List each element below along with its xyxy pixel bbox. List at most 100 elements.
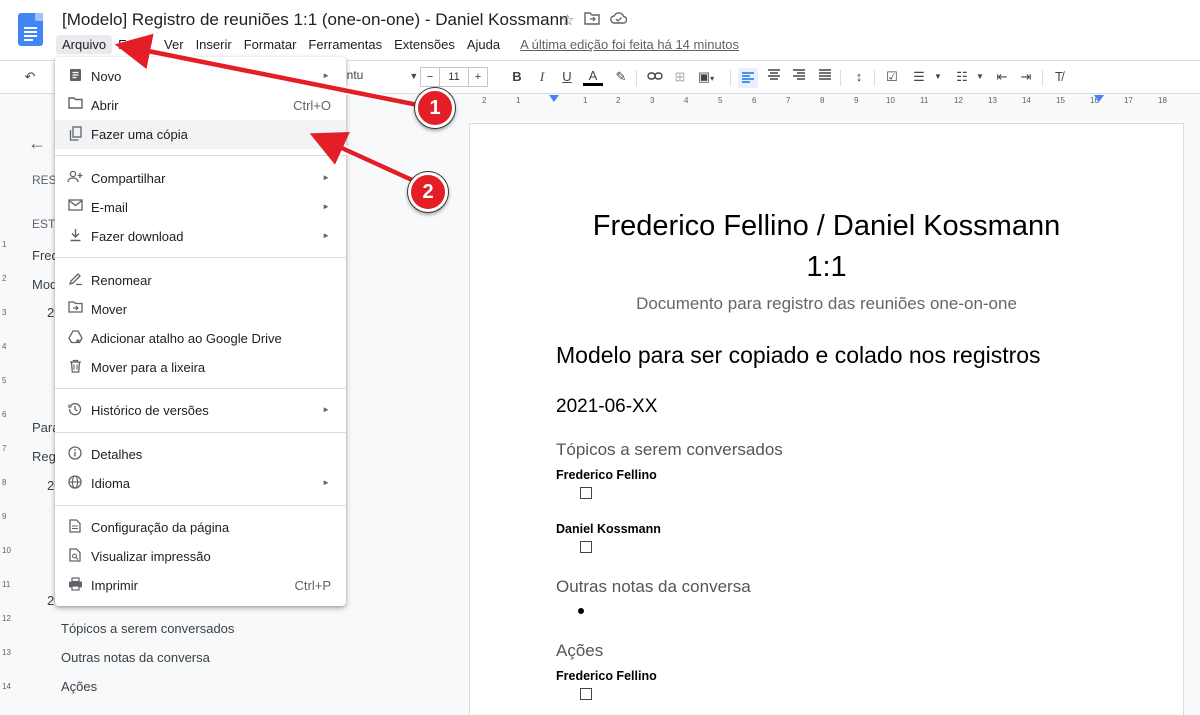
image-icon[interactable]: ▣▾ <box>696 69 716 85</box>
move-folder-icon <box>67 301 83 317</box>
cloud-saved-icon[interactable] <box>610 11 628 29</box>
menu-item-fazer-copia[interactable]: Fazer uma cópia <box>55 120 346 149</box>
align-right-icon[interactable] <box>789 69 809 84</box>
text-color-icon[interactable]: A <box>583 69 603 86</box>
menu-item-abrir[interactable]: Abrir Ctrl+O <box>55 91 346 120</box>
bold-icon[interactable]: B <box>507 69 527 84</box>
comment-icon[interactable]: ⊞ <box>670 69 690 85</box>
vertical-ruler: 1 2 3 4 5 6 7 8 9 10 11 12 13 14 <box>2 240 11 691</box>
menu-ferramentas[interactable]: Ferramentas <box>302 35 388 54</box>
menu-formatar[interactable]: Formatar <box>238 35 303 54</box>
star-icon[interactable]: ☆ <box>561 11 574 29</box>
menu-item-fazer-download[interactable]: Fazer download ► <box>55 222 346 251</box>
right-indent-marker[interactable] <box>1094 95 1104 102</box>
outline-sub-item[interactable]: Ações <box>61 679 97 694</box>
menu-item-novo[interactable]: Novo ► <box>55 62 346 91</box>
file-menu-dropdown: Novo ► Abrir Ctrl+O Fazer uma cópia Comp… <box>55 57 346 606</box>
menu-item-email[interactable]: E-mail ► <box>55 193 346 222</box>
drive-shortcut-icon <box>67 330 83 346</box>
last-edit-link[interactable]: A última edição foi feita há 14 minutos <box>516 35 743 54</box>
underline-icon[interactable]: U <box>557 69 577 84</box>
align-center-icon[interactable] <box>764 69 784 84</box>
menu-item-renomear[interactable]: Renomear <box>55 266 346 295</box>
numbered-list-icon[interactable]: ☷ <box>952 69 972 85</box>
font-size-input[interactable]: 11 <box>440 67 468 87</box>
menu-item-visualizar-impressao[interactable]: Visualizar impressão <box>55 542 346 571</box>
increase-indent-icon[interactable]: ⇥ <box>1016 69 1036 85</box>
checklist-icon[interactable]: ☑ <box>882 69 902 85</box>
heading-topics: Tópicos a serem conversados <box>556 440 783 459</box>
menu-extensoes[interactable]: Extensões <box>388 35 461 54</box>
document-heading-title: Frederico Fellino / Daniel Kossmann <box>592 210 1061 242</box>
left-indent-marker[interactable] <box>549 95 559 102</box>
outline-sub-item[interactable]: Tópicos a serem conversados <box>61 621 234 636</box>
menu-item-detalhes[interactable]: Detalhes <box>55 440 346 469</box>
line-spacing-icon[interactable]: ↕ <box>849 69 869 84</box>
menu-editar[interactable]: Editar <box>112 35 158 54</box>
menu-bar: Arquivo Editar Ver Inserir Formatar Ferr… <box>56 35 743 54</box>
chevron-down-icon[interactable]: ▼ <box>934 72 942 81</box>
annotation-badge-2: 2 <box>408 172 448 212</box>
info-icon <box>67 446 83 462</box>
undo-icon[interactable]: ↶ <box>20 69 40 85</box>
document-title[interactable]: [Modelo] Registro de reuniões 1:1 (one-o… <box>62 10 569 30</box>
bullet-point <box>578 608 584 614</box>
print-icon <box>67 577 83 593</box>
bulleted-list-icon[interactable]: ☰ <box>909 69 929 85</box>
page-setup-icon <box>67 519 83 535</box>
decrease-indent-icon[interactable]: ⇤ <box>992 69 1012 85</box>
person-name: Daniel Kossmann <box>556 522 661 536</box>
font-select[interactable]: untu ▼ <box>340 68 418 82</box>
menu-item-compartilhar[interactable]: Compartilhar ► <box>55 164 346 193</box>
title-icons: ☆ <box>561 11 628 29</box>
font-size-decrease-button[interactable]: − <box>420 67 440 87</box>
submenu-arrow-icon: ► <box>322 478 330 487</box>
chevron-down-icon[interactable]: ▼ <box>976 72 984 81</box>
menu-arquivo[interactable]: Arquivo <box>56 35 113 54</box>
link-icon[interactable] <box>645 69 665 84</box>
menu-ver[interactable]: Ver <box>158 35 190 54</box>
italic-icon[interactable]: I <box>532 69 552 85</box>
outline-item[interactable]: Reg <box>32 449 56 464</box>
rename-icon <box>67 272 83 288</box>
submenu-arrow-icon: ► <box>322 231 330 240</box>
font-size-group: − 11 + <box>420 67 488 87</box>
outline-item[interactable]: Mod <box>32 277 57 292</box>
document-page[interactable]: Frederico Fellino / Daniel Kossmann 1:1 … <box>470 124 1183 715</box>
font-size-increase-button[interactable]: + <box>468 67 488 87</box>
checkbox[interactable] <box>580 487 592 499</box>
menu-item-idioma[interactable]: Idioma ► <box>55 469 346 498</box>
menu-item-atalho-drive[interactable]: Adicionar atalho ao Google Drive <box>55 324 346 353</box>
globe-icon <box>67 475 83 491</box>
align-justify-icon[interactable] <box>815 69 835 84</box>
trash-icon <box>67 359 83 375</box>
document-subtitle: Documento para registro das reuniões one… <box>636 294 1017 313</box>
horizontal-ruler: 2 1 1 2 3 4 5 6 7 8 9 10 11 12 13 14 15 … <box>482 96 1167 105</box>
menu-item-lixeira[interactable]: Mover para a lixeira <box>55 353 346 382</box>
move-folder-icon[interactable] <box>584 11 601 29</box>
folder-icon <box>67 97 83 113</box>
menu-item-historico[interactable]: Histórico de versões ► <box>55 396 346 425</box>
align-left-icon[interactable] <box>738 68 758 88</box>
menu-item-imprimir[interactable]: Imprimir Ctrl+P <box>55 571 346 600</box>
submenu-arrow-icon: ► <box>322 71 330 80</box>
person-name: Frederico Fellino <box>556 669 657 683</box>
document-heading-title-line2: 1:1 <box>806 251 847 283</box>
heading-notes: Outras notas da conversa <box>556 577 751 596</box>
google-docs-logo-icon[interactable] <box>18 13 43 46</box>
person-name: Frederico Fellino <box>556 468 657 482</box>
highlight-icon[interactable]: ✎ <box>611 69 631 85</box>
menu-item-mover[interactable]: Mover <box>55 295 346 324</box>
download-icon <box>67 228 83 244</box>
outline-sub-item[interactable]: Outras notas da conversa <box>61 650 210 665</box>
checkbox[interactable] <box>580 541 592 553</box>
menu-inserir[interactable]: Inserir <box>190 35 238 54</box>
submenu-arrow-icon: ► <box>322 202 330 211</box>
mail-icon <box>67 199 83 215</box>
checkbox[interactable] <box>580 688 592 700</box>
back-arrow-icon[interactable]: ← <box>28 133 46 154</box>
clear-formatting-icon[interactable]: T̸ <box>1049 69 1069 84</box>
menu-ajuda[interactable]: Ajuda <box>461 35 506 54</box>
chevron-down-icon: ▼ <box>409 71 419 81</box>
menu-item-config-pagina[interactable]: Configuração da página <box>55 513 346 542</box>
